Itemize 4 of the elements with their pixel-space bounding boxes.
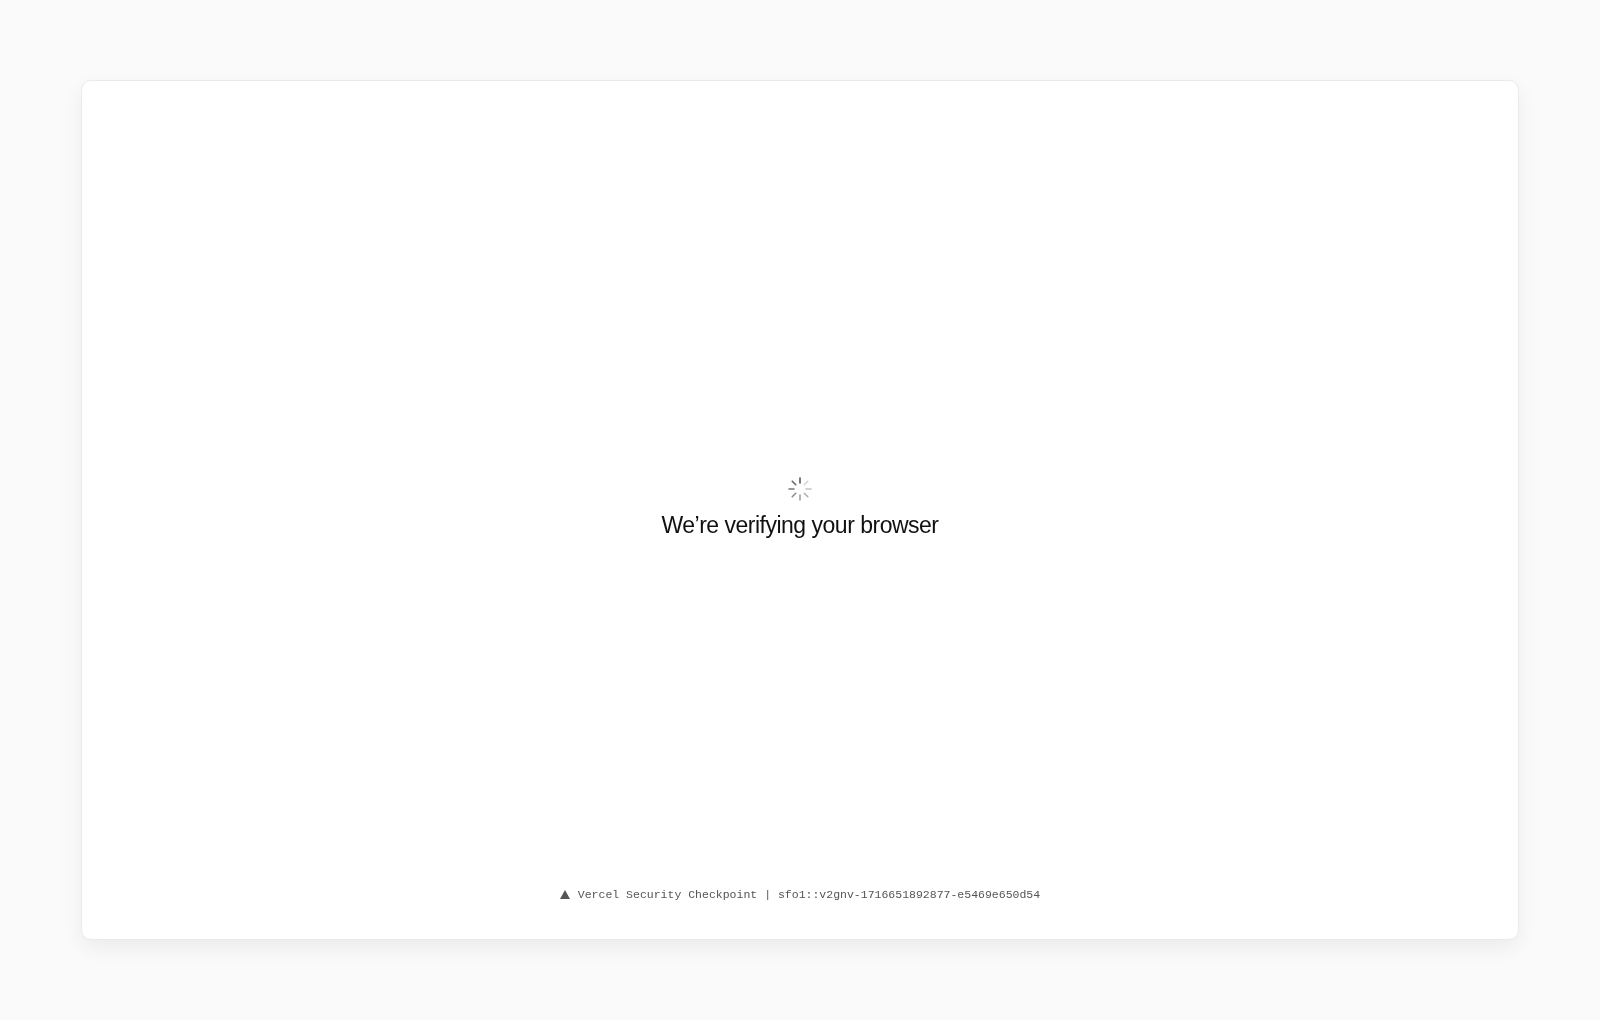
heading: We’re verifying your browser (661, 512, 939, 539)
triangle-logo-icon (559, 890, 570, 899)
spinner-icon (787, 476, 813, 502)
footer-text: Vercel Security Checkpoint | sfo1::v2gnv-1716651892877-e5469e650d54 (577, 888, 1041, 901)
